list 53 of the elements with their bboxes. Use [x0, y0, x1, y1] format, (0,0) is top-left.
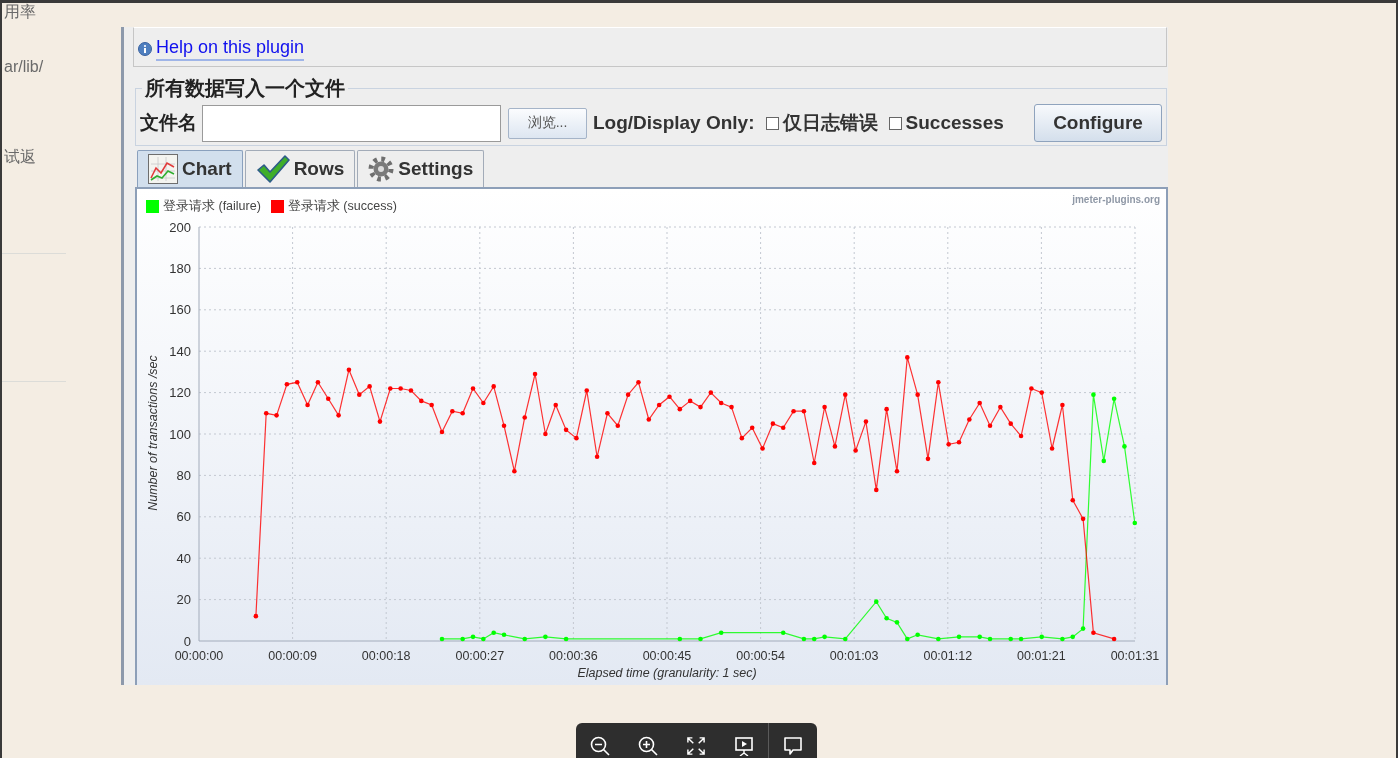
checkbox[interactable] — [765, 116, 779, 130]
x-tick-label: 00:00:00 — [174, 649, 224, 663]
checkbox[interactable] — [888, 116, 902, 130]
configure-button[interactable]: Configure — [1034, 104, 1162, 142]
legend-label: 登录请求 (success) — [287, 198, 397, 215]
y-tick-label: 120 — [169, 385, 191, 401]
y-tick-label: 40 — [176, 550, 191, 566]
x-tick-label: 00:00:27 — [455, 649, 505, 663]
filename-label: 文件名 — [140, 111, 197, 135]
x-tick-label: 00:00:36 — [549, 649, 598, 663]
x-tick-label: 00:01:03 — [829, 649, 879, 663]
y-tick-label: 60 — [176, 509, 191, 525]
y-tick-label: 80 — [176, 467, 191, 483]
checkbox-label: 仅日志错误 — [782, 111, 878, 135]
x-tick-label: 00:01:12 — [923, 649, 973, 663]
fullscreen-icon — [687, 737, 705, 755]
y-tick-label: 160 — [169, 302, 191, 318]
zoom-out-icon — [590, 736, 610, 756]
tab[interactable]: Rows — [244, 150, 356, 187]
checkmark-icon — [255, 154, 290, 184]
y-tick-label: 0 — [183, 633, 191, 649]
tab[interactable]: Chart — [137, 150, 243, 187]
log-display-label: Log/Display Only: — [593, 112, 755, 134]
filename-field[interactable] — [202, 104, 501, 142]
y-tick-label: 140 — [169, 343, 191, 359]
x-tick-label: 00:00:09 — [268, 649, 317, 663]
legend-label: 登录请求 (failure) — [163, 198, 261, 215]
checkbox-label: Successes — [905, 112, 1004, 134]
y-tick-label: 20 — [176, 592, 191, 608]
chart-credit: jmeter-plugins.org — [1072, 194, 1160, 205]
x-axis-title: Elapsed time (granularity: 1 sec) — [577, 666, 757, 680]
group-title: 所有数据写入一个文件 — [144, 78, 346, 98]
y-axis-title: Number of transactions /sec — [146, 355, 160, 511]
y-tick-label: 180 — [169, 260, 191, 276]
x-tick-label: 00:00:45 — [642, 649, 692, 663]
help-link[interactable]: Help on this plugin — [156, 37, 305, 61]
tab[interactable]: Settings — [357, 150, 485, 187]
page-text: 用率 — [3, 3, 36, 21]
page-text: ar/lib/ — [3, 58, 44, 76]
comment-icon — [783, 736, 803, 756]
x-tick-label: 00:01:31 — [1110, 649, 1160, 663]
x-tick-label: 00:01:21 — [1017, 649, 1066, 663]
x-tick-label: 00:00:18 — [361, 649, 411, 663]
y-tick-label: 200 — [169, 219, 191, 235]
y-tick-label: 100 — [169, 426, 191, 442]
presentation-screen-icon — [734, 736, 754, 756]
zoom-in-icon — [638, 736, 658, 756]
info-icon — [138, 42, 152, 56]
page-text: 试返 — [3, 148, 36, 166]
x-tick-label: 00:00:54 — [736, 649, 785, 663]
line-chart-icon — [148, 154, 178, 184]
gear-icon — [368, 156, 395, 182]
browse-button[interactable]: 浏览... — [508, 107, 587, 139]
